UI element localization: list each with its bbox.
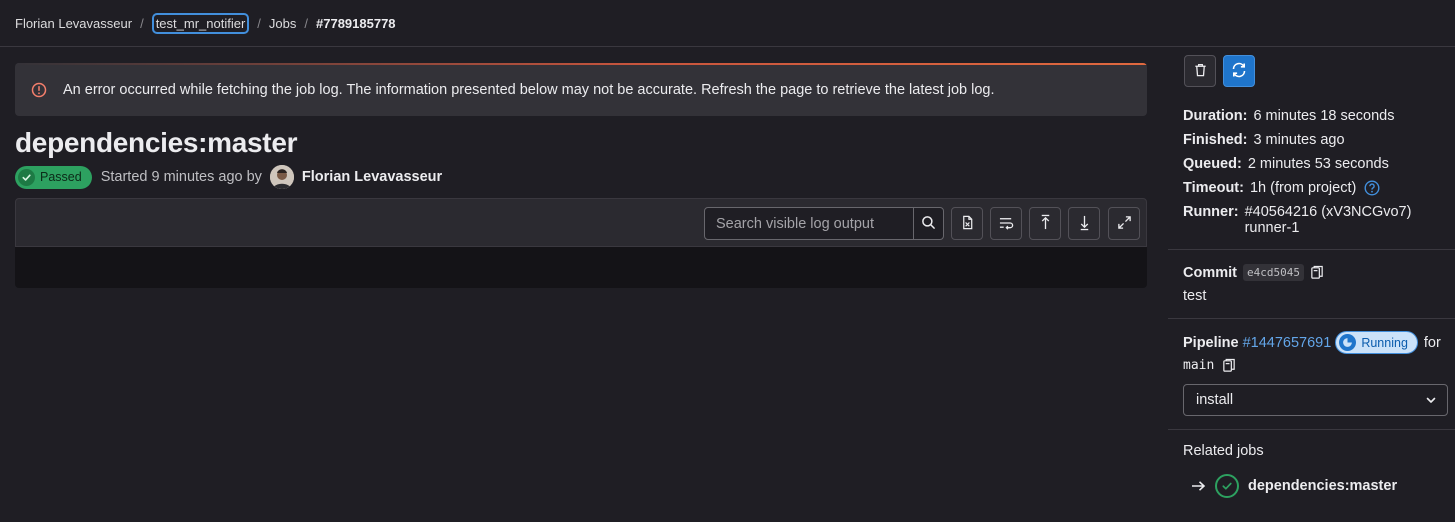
author-link[interactable]: Florian Levavasseur — [302, 169, 442, 185]
wrap-lines-button[interactable] — [990, 207, 1022, 240]
pipeline-info: Pipeline #1447657691 Running for — [1183, 331, 1441, 354]
divider — [1168, 249, 1455, 250]
log-search — [704, 207, 944, 240]
stage-select-value: install — [1196, 392, 1234, 408]
status-badge[interactable]: Passed — [15, 165, 92, 189]
breadcrumb-job-id[interactable]: #7789185778 — [316, 16, 396, 31]
detail-key: Queued: — [1183, 156, 1242, 172]
detail-value-runner-name: runner-1 — [1244, 220, 1300, 236]
copy-icon[interactable] — [1310, 265, 1324, 280]
related-job-name: dependencies:master — [1248, 478, 1398, 494]
detail-value: 6 minutes 18 seconds — [1253, 108, 1395, 124]
related-job-item[interactable]: dependencies:master — [1191, 474, 1397, 498]
breadcrumb-jobs[interactable]: Jobs — [269, 16, 296, 31]
detail-duration: Duration: 6 minutes 18 seconds — [1183, 108, 1395, 124]
ref-link[interactable]: main — [1183, 358, 1214, 373]
breadcrumb-project[interactable]: test_mr_notifier — [151, 12, 250, 34]
commit-message: test — [1183, 288, 1207, 304]
status-success-icon — [1215, 474, 1239, 498]
copy-icon[interactable] — [1222, 358, 1236, 373]
divider — [1168, 318, 1455, 319]
commit-info: Commit e4cd5045 — [1183, 264, 1324, 281]
started-text: Started 9 minutes ago by — [100, 169, 262, 185]
detail-value: 1h (from project) — [1249, 180, 1357, 196]
delete-job-button[interactable] — [1184, 55, 1216, 87]
retry-job-button[interactable] — [1223, 55, 1255, 87]
arrow-right-icon — [1191, 480, 1206, 492]
detail-value: 2 minutes 53 seconds — [1247, 156, 1389, 172]
wrap-lines-icon — [998, 215, 1015, 233]
detail-runner: Runner: #40564216 (xV3NCGvo7) runner-1 — [1183, 204, 1411, 236]
error-alert: An error occurred while fetching the job… — [15, 63, 1147, 116]
chevron-down-icon — [1425, 394, 1437, 406]
question-circle-icon[interactable] — [1364, 180, 1380, 196]
page-title: dependencies:master — [15, 127, 298, 158]
pipeline-status-label: Running — [1361, 335, 1408, 350]
breadcrumb-separator: / — [140, 15, 144, 31]
pipeline-for-text: for — [1423, 334, 1441, 351]
log-toolbar — [15, 198, 1147, 247]
scroll-to-bottom-button[interactable] — [1068, 207, 1100, 240]
status-badge-label: Passed — [40, 170, 82, 184]
divider — [1168, 429, 1455, 430]
check-circle-icon — [18, 168, 35, 186]
fullscreen-button[interactable] — [1108, 207, 1140, 240]
detail-key: Duration: — [1183, 108, 1248, 124]
search-button[interactable] — [913, 208, 943, 239]
detail-key: Timeout: — [1183, 180, 1244, 196]
trash-icon — [1193, 62, 1208, 81]
commit-sha-link[interactable]: e4cd5045 — [1242, 264, 1304, 281]
raw-log-button[interactable] — [951, 207, 983, 240]
detail-key: Finished: — [1183, 132, 1248, 148]
pipeline-link[interactable]: #1447657691 — [1243, 335, 1332, 351]
pipeline-ref: main — [1183, 358, 1236, 373]
detail-value: #40564216 (xV3NCGvo7) — [1244, 204, 1412, 220]
avatar[interactable] — [269, 165, 294, 189]
detail-timeout: Timeout: 1h (from project) — [1183, 180, 1380, 196]
detail-value: 3 minutes ago — [1253, 132, 1345, 148]
scroll-to-bottom-icon — [1077, 214, 1092, 234]
job-meta: Passed Started 9 minutes ago by Florian … — [15, 165, 442, 189]
pipeline-label: Pipeline — [1183, 334, 1239, 351]
retry-icon — [1230, 61, 1248, 82]
raw-log-icon — [960, 215, 975, 233]
error-circle-icon — [31, 82, 47, 98]
fullscreen-icon — [1117, 215, 1132, 233]
detail-queued: Queued: 2 minutes 53 seconds — [1183, 156, 1389, 172]
breadcrumb-user[interactable]: Florian Levavasseur — [15, 16, 132, 31]
detail-finished: Finished: 3 minutes ago — [1183, 132, 1345, 148]
breadcrumb: Florian Levavasseur / test_mr_notifier /… — [0, 0, 1455, 47]
running-icon — [1339, 334, 1357, 351]
search-icon — [921, 215, 936, 233]
stage-select[interactable]: install — [1183, 384, 1448, 416]
pipeline-status-badge[interactable]: Running — [1335, 331, 1418, 354]
search-input[interactable] — [705, 208, 913, 239]
job-log — [15, 247, 1147, 288]
scroll-to-top-button[interactable] — [1029, 207, 1061, 240]
detail-key: Runner: — [1183, 204, 1239, 220]
breadcrumb-separator: / — [304, 15, 308, 31]
related-jobs-title: Related jobs — [1183, 443, 1264, 459]
job-sidebar: Duration: 6 minutes 18 seconds Finished: 3… — [1168, 47, 1455, 522]
breadcrumb-separator: / — [257, 15, 261, 31]
scroll-to-top-icon — [1038, 214, 1053, 234]
alert-message: An error occurred while fetching the job… — [63, 81, 995, 98]
commit-label: Commit — [1183, 264, 1237, 281]
